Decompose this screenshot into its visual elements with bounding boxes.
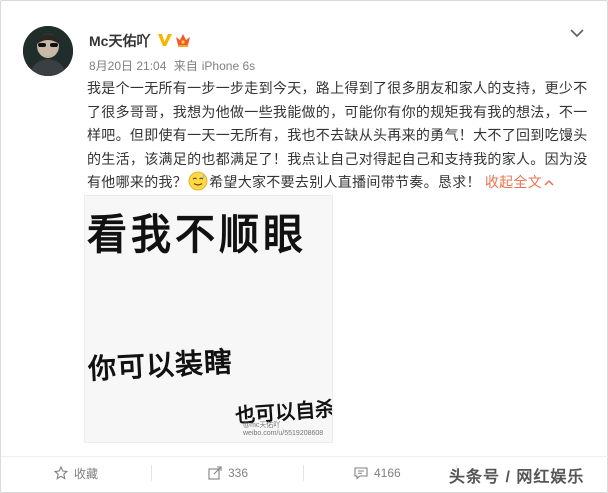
chevron-up-icon [544,179,554,186]
image-watermark: @mc天佑吖 weibo.com/u/5519208608 [243,422,323,438]
meme-text-line1: 看我不顺眼 [87,211,307,260]
favorite-button[interactable]: 收藏 [54,461,98,485]
post-timestamp[interactable]: 8月20日 21:04 [89,59,166,73]
favorite-label: 收藏 [74,466,99,481]
comment-icon [354,467,368,480]
sweat-smile-emoji-icon [188,171,208,191]
user-avatar[interactable] [23,26,73,76]
post-meta: 8月20日 21:04 来自 iPhone 6s [89,57,259,74]
user-avatar-icon [23,26,73,76]
toutiao-brand-watermark: 头条号 / 网红娱乐 [449,469,585,486]
star-icon [54,466,68,480]
post-body: 我是个一无所有一步一步走到今天，路上得到了很多朋友和家人的支持，更少不了很多哥哥… [87,77,593,195]
action-bar-divider [1,456,608,457]
repost-button[interactable]: 336 [208,461,248,485]
verified-v-icon [158,34,172,46]
post-text-tail: 希望大家不要去别人直播间带节奏。恳求！ [209,174,481,190]
weibo-post-card: Mc天佑吖 8月20日 21:04 来自 iPhone 6s 我是个一无所有一步一… [0,0,608,493]
member-crown-icon[interactable] [174,31,192,49]
action-separator [303,465,304,481]
collapse-label: 收起全文 [484,174,543,190]
meme-text-line2: 你可以装瞎 [87,345,234,386]
comment-button[interactable]: 4166 [354,461,401,485]
comment-count: 4166 [374,466,401,480]
username[interactable]: Mc天佑吖 [89,31,150,51]
post-source[interactable]: iPhone 6s [202,59,255,73]
share-icon [208,466,222,480]
chevron-down-icon[interactable] [569,27,585,39]
watermark-handle: @mc天佑吖 [243,422,281,429]
repost-count: 336 [228,466,249,480]
post-image[interactable]: 看我不顺眼 你可以装瞎 也可以自杀 @mc天佑吖 weibo.com/u/551… [84,195,333,443]
action-separator [151,465,152,481]
post-source-prefix: 来自 [173,59,198,73]
collapse-full-text-link[interactable]: 收起全文 [485,174,554,190]
watermark-url: weibo.com/u/5519208608 [243,430,324,437]
